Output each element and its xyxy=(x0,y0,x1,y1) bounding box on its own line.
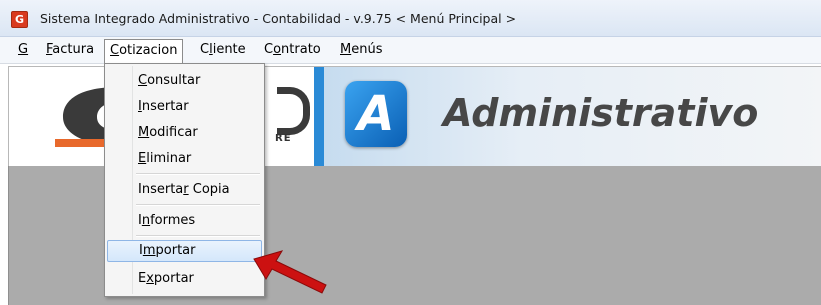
menu-cliente[interactable]: Cliente xyxy=(195,41,251,59)
menu-contrato[interactable]: Contrato xyxy=(259,41,326,59)
menu-cotizacion[interactable]: Cotizacion xyxy=(104,39,184,64)
title-bar: G Sistema Integrado Administrativo - Con… xyxy=(0,0,821,37)
menu-g[interactable]: G xyxy=(13,41,33,59)
logo-small-text: RE xyxy=(275,133,292,144)
menu-item-eliminar[interactable]: Eliminar xyxy=(107,148,262,170)
red-arrow-icon xyxy=(253,250,327,294)
banner-divider xyxy=(314,67,324,166)
menu-bar: G Factura Cotizacion Cliente Contrato Me… xyxy=(0,37,821,64)
menu-item-importar[interactable]: Importar xyxy=(107,240,262,262)
menu-separator xyxy=(136,235,260,237)
app-icon[interactable]: G xyxy=(11,11,28,28)
menu-item-informes[interactable]: Informes xyxy=(107,210,262,232)
menu-item-exportar[interactable]: Exportar xyxy=(107,268,262,290)
administrativo-a-icon: A xyxy=(345,81,407,147)
logo-arc-shape xyxy=(277,87,310,135)
menu-menus[interactable]: Menús xyxy=(335,41,387,59)
window-title: Sistema Integrado Administrativo - Conta… xyxy=(40,11,517,26)
menu-item-consultar[interactable]: Consultar xyxy=(107,70,262,92)
menu-item-modificar[interactable]: Modificar xyxy=(107,122,262,144)
cotizacion-dropdown: Consultar Insertar Modificar Eliminar In… xyxy=(104,63,265,297)
menu-factura[interactable]: Factura xyxy=(41,41,99,59)
menu-separator xyxy=(136,204,260,206)
menu-item-insertar-copia[interactable]: Insertar Copia xyxy=(107,179,262,201)
menu-item-insertar[interactable]: Insertar xyxy=(107,96,262,118)
menu-separator xyxy=(136,173,260,175)
brand-title: Administrativo xyxy=(443,91,759,135)
